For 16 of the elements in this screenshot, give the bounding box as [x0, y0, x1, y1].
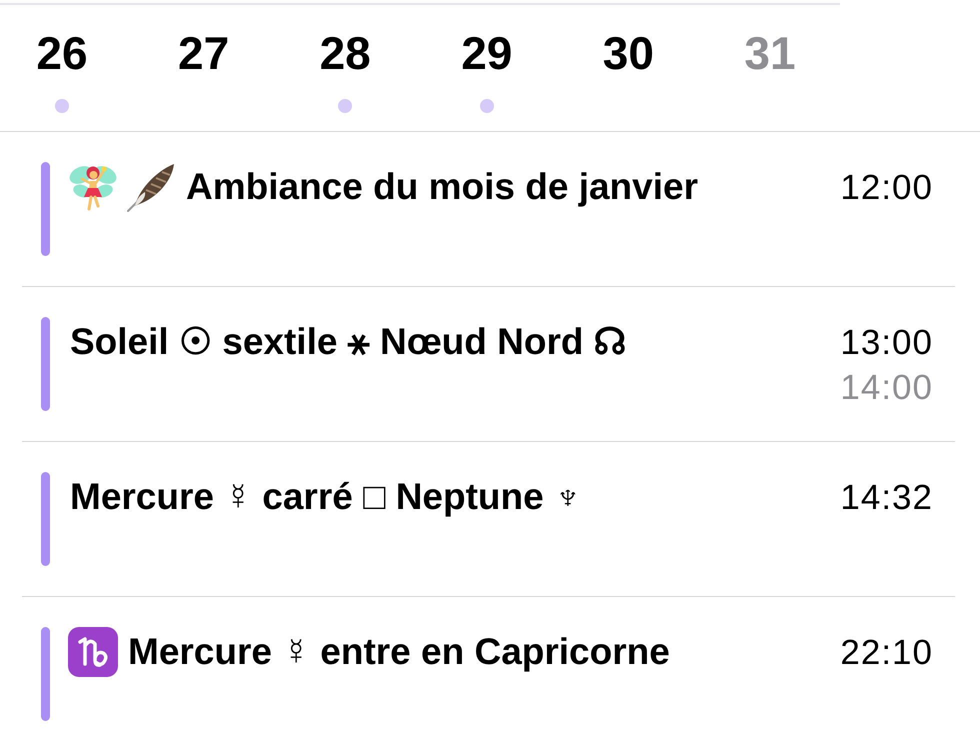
event-title: Ambiance du mois de janvier [186, 165, 698, 209]
event-title: Mercure ☿ carré □ Neptune ♆ [70, 475, 582, 519]
event-time: 12:00 [840, 167, 933, 209]
day-button[interactable]: 30 [578, 30, 678, 118]
day-button[interactable]: 28 [295, 30, 396, 118]
capricorn-sign-icon [68, 627, 118, 677]
event-time: 14:32 [840, 477, 933, 519]
event-time: 13:00 [840, 322, 933, 364]
end-time: 14:00 [840, 367, 933, 409]
event-time: 22:10 [840, 632, 933, 674]
event-title: Soleil ☉ sextile ⚹ Nœud Nord ☊ [70, 320, 627, 364]
event-title: Mercure ☿ entre en Capricorne [128, 630, 670, 674]
day-button[interactable]: 27 [154, 30, 254, 118]
feather-icon [126, 162, 176, 212]
day-button[interactable]: 29 [436, 30, 537, 118]
day-button[interactable]: 26 [12, 30, 112, 118]
